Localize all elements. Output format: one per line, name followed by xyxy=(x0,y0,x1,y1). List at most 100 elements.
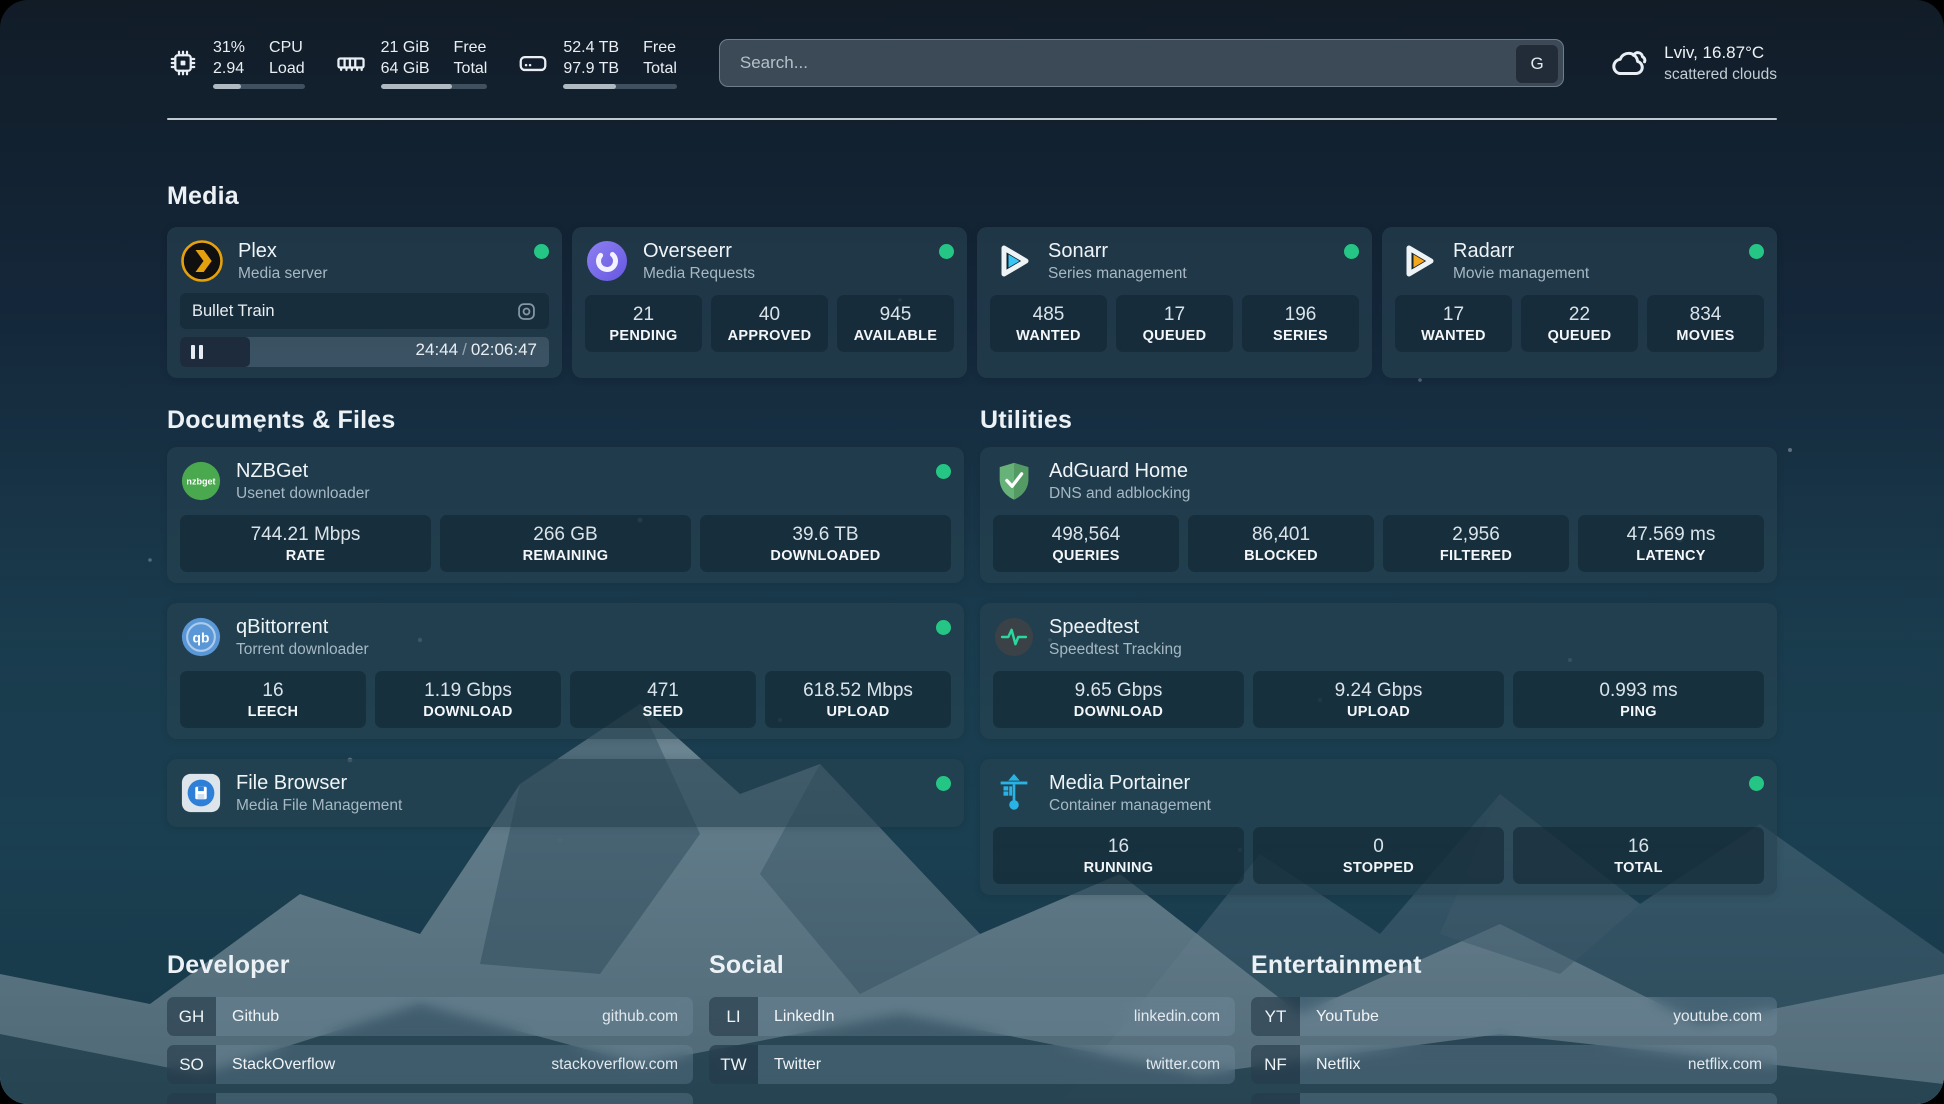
bookmark-abbr: NF xyxy=(1251,1045,1300,1084)
stat-block: 40APPROVED xyxy=(711,295,828,352)
speedtest-icon xyxy=(993,616,1035,658)
service-name: Media Portainer xyxy=(1049,770,1211,796)
bookmark-url: dev.to xyxy=(637,1093,693,1104)
bookmark-abbr: GH xyxy=(167,997,216,1036)
cpu-load: 2.94 xyxy=(213,58,245,79)
stat-block: 17QUEUED xyxy=(1116,295,1233,352)
stat-block: 2,956FILTERED xyxy=(1383,515,1569,572)
bookmark-stackoverflow[interactable]: SO StackOverflow stackoverflow.com xyxy=(167,1045,693,1084)
service-card-radarr[interactable]: Radarr Movie management 17WANTED 22QUEUE… xyxy=(1382,227,1777,378)
weather-location-temp: Lviv, 16.87°C xyxy=(1664,41,1777,64)
search-provider-button[interactable]: G xyxy=(1515,44,1559,84)
memory-free: 21 GiB xyxy=(381,37,430,58)
service-description: Container management xyxy=(1049,796,1211,816)
bookmark-dev[interactable]: DT DEV dev.to xyxy=(167,1093,693,1104)
cpu-icon xyxy=(167,47,199,79)
bookmark-netflix[interactable]: NF Netflix netflix.com xyxy=(1251,1045,1777,1084)
service-card-plex[interactable]: Plex Media server Bullet Train xyxy=(167,227,562,378)
portainer-icon xyxy=(993,772,1035,814)
service-card-speedtest[interactable]: Speedtest Speedtest Tracking 9.65 GbpsDO… xyxy=(980,603,1777,739)
cloud-icon xyxy=(1608,42,1650,84)
weather-widget[interactable]: Lviv, 16.87°C scattered clouds xyxy=(1608,41,1777,85)
stat-block: 22QUEUED xyxy=(1521,295,1638,352)
status-dot xyxy=(534,244,549,259)
memory-progress-track xyxy=(381,84,488,89)
weather-condition: scattered clouds xyxy=(1664,64,1777,85)
service-description: Series management xyxy=(1048,264,1187,284)
bookmark-url: linkedin.com xyxy=(1134,997,1235,1036)
qbittorrent-icon: qb xyxy=(180,616,222,658)
bookmark-abbr: SO xyxy=(167,1045,216,1084)
service-card-nzbget[interactable]: nzbget NZBGet Usenet downloader 744.21 M… xyxy=(167,447,964,583)
stat-block: 196SERIES xyxy=(1242,295,1359,352)
stat-block: 17WANTED xyxy=(1395,295,1512,352)
stat-block: 9.24 GbpsUPLOAD xyxy=(1253,671,1504,728)
status-dot xyxy=(939,244,954,259)
playback-time: 24:44/02:06:47 xyxy=(416,340,537,360)
service-card-adguard[interactable]: AdGuard Home DNS and adblocking 498,564Q… xyxy=(980,447,1777,583)
bookmark-abbr: LI xyxy=(709,997,758,1036)
service-card-overseerr[interactable]: Overseerr Media Requests 21PENDING 40APP… xyxy=(572,227,967,378)
cast-icon xyxy=(516,301,537,322)
bookmark-abbr: DT xyxy=(167,1093,216,1104)
service-name: File Browser xyxy=(236,770,402,796)
stat-block: 0STOPPED xyxy=(1253,827,1504,884)
disk-progress-track xyxy=(563,84,677,89)
bookmark-reddit[interactable]: RE Reddit reddit.com xyxy=(1251,1093,1777,1104)
bookmark-group-social: Social LI LinkedIn linkedin.com TW Twitt… xyxy=(709,951,1235,1084)
service-card-sonarr[interactable]: Sonarr Series management 485WANTED 17QUE… xyxy=(977,227,1372,378)
service-name: AdGuard Home xyxy=(1049,458,1190,484)
stat-block: 1.19 GbpsDOWNLOAD xyxy=(375,671,561,728)
bookmark-url: github.com xyxy=(602,997,693,1036)
status-dot xyxy=(936,776,951,791)
stat-block: 498,564QUERIES xyxy=(993,515,1179,572)
service-description: DNS and adblocking xyxy=(1049,484,1190,504)
search-input[interactable] xyxy=(719,39,1564,87)
memory-total: 64 GiB xyxy=(381,58,430,79)
plex-icon xyxy=(180,239,224,283)
disk-total: 97.9 TB xyxy=(563,58,619,79)
utilities-column: Utilities AdGuard Home xyxy=(980,406,1777,895)
service-card-portainer[interactable]: Media Portainer Container management 16R… xyxy=(980,759,1777,895)
bookmark-group-entertainment: Entertainment YT YouTube youtube.com NF … xyxy=(1251,951,1777,1104)
sonarr-icon xyxy=(990,239,1034,283)
stat-block: 9.65 GbpsDOWNLOAD xyxy=(993,671,1244,728)
bookmark-github[interactable]: GH Github github.com xyxy=(167,997,693,1036)
stat-block: 16LEECH xyxy=(180,671,366,728)
bookmark-abbr: TW xyxy=(709,1045,758,1084)
bookmark-linkedin[interactable]: LI LinkedIn linkedin.com xyxy=(709,997,1235,1036)
adguard-icon xyxy=(993,460,1035,502)
bookmark-url: reddit.com xyxy=(1690,1093,1777,1104)
status-dot xyxy=(1749,776,1764,791)
topbar-divider xyxy=(167,118,1777,120)
filebrowser-icon xyxy=(180,772,222,814)
bookmark-url: youtube.com xyxy=(1673,997,1777,1036)
dashboard: 31% 2.94 CPU Load xyxy=(0,0,1944,1104)
svg-text:qb: qb xyxy=(193,629,210,645)
disk-icon xyxy=(517,47,549,79)
cpu-label-1: CPU xyxy=(269,37,305,58)
nzbget-icon: nzbget xyxy=(180,460,222,502)
section-title-media: Media xyxy=(167,182,1777,211)
playback-progress: 24:44/02:06:47 xyxy=(180,337,549,367)
section-title-social: Social xyxy=(709,951,1235,980)
service-description: Movie management xyxy=(1453,264,1589,284)
bookmark-twitter[interactable]: TW Twitter twitter.com xyxy=(709,1045,1235,1084)
svg-text:nzbget: nzbget xyxy=(186,476,215,486)
status-dot xyxy=(936,620,951,635)
service-name: Speedtest xyxy=(1049,614,1182,640)
bookmark-youtube[interactable]: YT YouTube youtube.com xyxy=(1251,997,1777,1036)
service-card-filebrowser[interactable]: File Browser Media File Management xyxy=(167,759,964,827)
status-dot xyxy=(1749,244,1764,259)
service-description: Media server xyxy=(238,264,328,284)
service-description: Usenet downloader xyxy=(236,484,370,504)
stat-block: 945AVAILABLE xyxy=(837,295,954,352)
memory-progress-fill xyxy=(381,84,453,89)
stat-block: 16RUNNING xyxy=(993,827,1244,884)
disk-widget: 52.4 TB 97.9 TB Free Total xyxy=(517,37,677,89)
bookmark-url: netflix.com xyxy=(1688,1045,1777,1084)
top-bar: 31% 2.94 CPU Load xyxy=(167,30,1777,96)
service-card-qbittorrent[interactable]: qb qBittorrent Torrent downloader 16LEEC… xyxy=(167,603,964,739)
now-playing-row: Bullet Train xyxy=(180,293,549,329)
documents-column: Documents & Files nzbget NZBGet Usenet d xyxy=(167,406,964,827)
